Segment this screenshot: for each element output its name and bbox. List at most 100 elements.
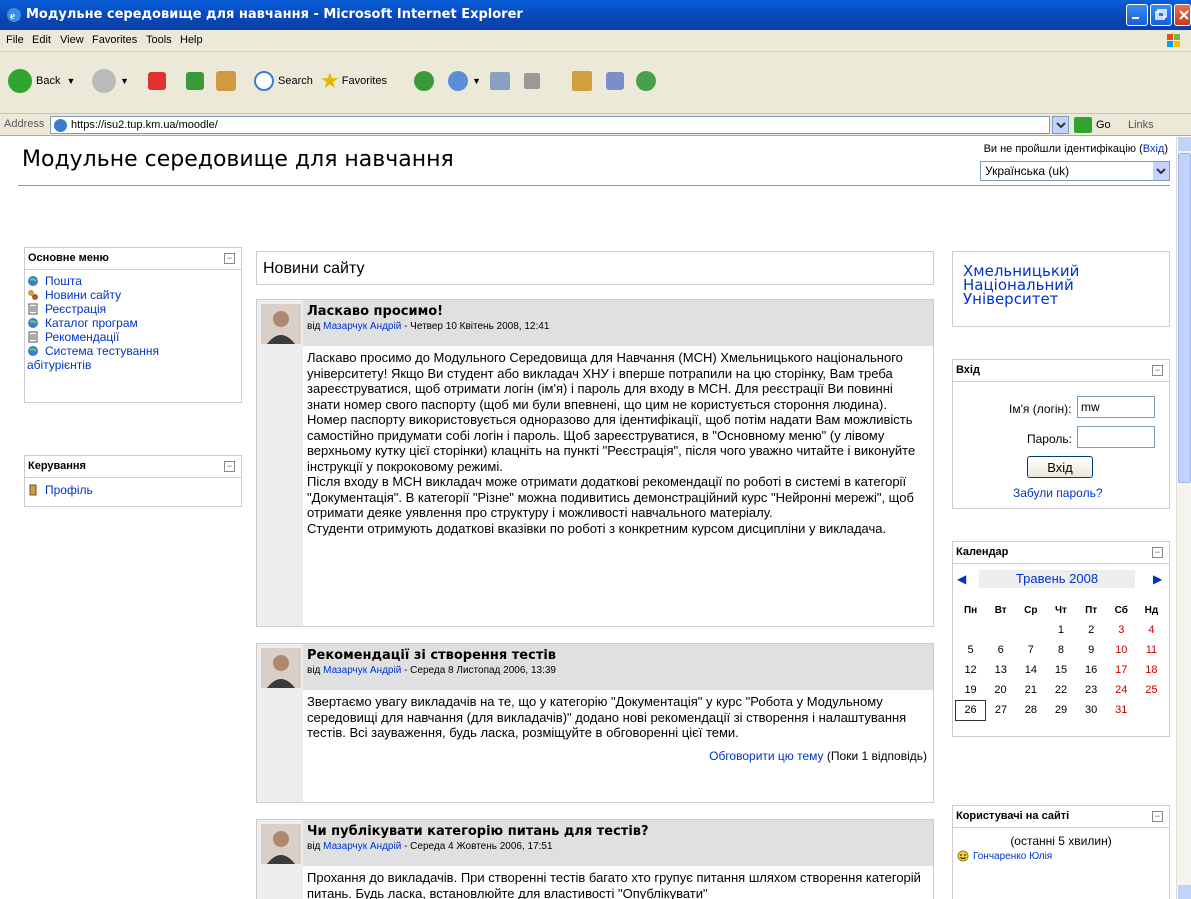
calendar-day: 30 bbox=[1085, 704, 1098, 716]
calendar-block: Календар − ◀ Травень 2008 ▶ Пн Вт Ср Чт … bbox=[952, 541, 1170, 737]
calendar-week: 1 2 3 4 bbox=[956, 620, 1167, 640]
menu-item-program-catalog[interactable]: Каталог програм bbox=[27, 316, 239, 330]
globe-icon bbox=[28, 276, 38, 286]
collapse-icon[interactable]: − bbox=[1152, 365, 1163, 376]
menu-view[interactable]: View bbox=[60, 34, 84, 46]
next-month-icon[interactable]: ▶ bbox=[1153, 572, 1162, 586]
calendar-month[interactable]: Травень 2008 bbox=[979, 570, 1135, 588]
ie-logo-icon: e bbox=[7, 8, 21, 22]
contacts-button[interactable] bbox=[636, 66, 660, 96]
menu-file[interactable]: File bbox=[6, 34, 24, 46]
calendar-today[interactable]: 26 bbox=[954, 699, 987, 721]
calendar-week: 19 20 21 22 23 24 25 bbox=[956, 680, 1167, 700]
address-label: Address bbox=[4, 118, 45, 130]
password-input[interactable] bbox=[1077, 426, 1155, 448]
university-logo[interactable]: Хмельницький Національний Університет bbox=[952, 251, 1170, 327]
menu-item-profile[interactable]: Профіль bbox=[27, 483, 239, 497]
edit-button[interactable] bbox=[524, 66, 544, 96]
menu-help[interactable]: Help bbox=[180, 34, 203, 46]
calendar-day: 9 bbox=[1088, 644, 1095, 656]
home-button[interactable] bbox=[216, 66, 240, 96]
go-button[interactable]: Go bbox=[1096, 119, 1111, 131]
post-body: Звертаємо увагу викладачів на те, що у к… bbox=[307, 694, 907, 740]
chevron-down-icon: ▼ bbox=[66, 76, 76, 86]
chevron-down-icon: ▼ bbox=[472, 76, 481, 86]
menu-tools[interactable]: Tools bbox=[146, 34, 172, 46]
collapse-icon[interactable]: − bbox=[1152, 811, 1163, 822]
author-photo bbox=[261, 304, 301, 344]
chevron-down-icon bbox=[1153, 162, 1169, 180]
collapse-icon[interactable]: − bbox=[224, 461, 235, 472]
online-user-item[interactable]: Гончаренко Юлія bbox=[953, 848, 1169, 864]
print-button[interactable] bbox=[490, 66, 514, 96]
address-dropdown[interactable] bbox=[1052, 116, 1069, 134]
forward-button[interactable]: ▼ bbox=[92, 66, 129, 96]
calendar-day: 7 bbox=[1027, 644, 1034, 656]
news-post: Ласкаво просимо! від Мазарчук Андрій - Ч… bbox=[256, 299, 934, 627]
search-button[interactable]: Search bbox=[254, 66, 313, 96]
post-body: Прохання до викладачів. При створенні те… bbox=[307, 870, 921, 899]
login-status: Ви не пройшли ідентифікацію (Вхід) bbox=[983, 143, 1168, 155]
stop-button[interactable] bbox=[148, 66, 170, 96]
calendar-day: 3 bbox=[1118, 624, 1125, 636]
menu-item-recommendations[interactable]: Рекомендації bbox=[27, 330, 239, 344]
close-button[interactable] bbox=[1174, 4, 1191, 26]
username-input[interactable]: mw bbox=[1077, 396, 1155, 418]
refresh-button[interactable] bbox=[186, 66, 208, 96]
calendar-day: 1 bbox=[1057, 624, 1065, 636]
messenger-button[interactable] bbox=[606, 66, 628, 96]
page-icon bbox=[54, 119, 67, 132]
collapse-icon[interactable]: − bbox=[224, 253, 235, 264]
vertical-scrollbar[interactable] bbox=[1176, 137, 1191, 899]
print-icon bbox=[490, 72, 510, 90]
chevron-down-icon bbox=[1056, 122, 1066, 129]
author-link[interactable]: Мазарчук Андрій bbox=[323, 841, 401, 852]
history-button[interactable] bbox=[414, 66, 438, 96]
author-link[interactable]: Мазарчук Андрій bbox=[323, 665, 401, 676]
discuss-link[interactable]: Обговорити цю тему bbox=[709, 749, 823, 763]
online-users-block: Користувачі на сайті − (останні 5 хвилин… bbox=[952, 805, 1170, 899]
login-block: Вхід − Ім'я (логін): mw Пароль: Вхід Заб… bbox=[952, 359, 1170, 509]
favorites-button[interactable]: ★ Favorites bbox=[320, 66, 387, 96]
calendar-day: 2 bbox=[1088, 624, 1095, 636]
author-link[interactable]: Мазарчук Андрій bbox=[323, 321, 401, 332]
login-button[interactable]: Вхід bbox=[1027, 456, 1093, 478]
menu-item-testing-system-cont[interactable]: абітурієнтів bbox=[27, 358, 239, 372]
links-button[interactable]: Links bbox=[1128, 119, 1154, 131]
mail-button[interactable]: ▼ bbox=[448, 66, 481, 96]
menu-favorites[interactable]: Favorites bbox=[92, 34, 137, 46]
scrollbar-thumb[interactable] bbox=[1178, 153, 1191, 483]
login-link[interactable]: Вхід bbox=[1143, 143, 1165, 155]
prev-month-icon[interactable]: ◀ bbox=[957, 572, 966, 586]
svg-text:e: e bbox=[10, 10, 15, 22]
scroll-up-icon[interactable] bbox=[1178, 137, 1191, 151]
research-button[interactable] bbox=[572, 66, 596, 96]
maximize-button[interactable] bbox=[1150, 4, 1172, 26]
back-button[interactable]: Back ▼ bbox=[8, 66, 75, 96]
calendar-day: 14 bbox=[1024, 664, 1037, 676]
menu-item-registration[interactable]: Реєстрація bbox=[27, 302, 239, 316]
avatar bbox=[261, 648, 301, 688]
forgot-password-link[interactable]: Забули пароль? bbox=[1013, 486, 1103, 500]
calendar-day: 15 bbox=[1054, 664, 1068, 676]
messenger-icon bbox=[606, 72, 624, 90]
post-title: Чи публікувати категорію питань для тест… bbox=[307, 824, 649, 839]
main-menu-list: Пошта Новини сайту Реєстрація Каталог пр… bbox=[25, 270, 241, 376]
minimize-icon bbox=[1132, 17, 1139, 19]
collapse-icon[interactable]: − bbox=[1152, 547, 1163, 558]
address-input[interactable]: https://isu2.tup.km.ua/moodle/ bbox=[50, 116, 1050, 134]
language-select[interactable]: Українська (uk) bbox=[980, 161, 1170, 181]
minimize-button[interactable] bbox=[1126, 4, 1148, 26]
menu-item-testing-system[interactable]: Система тестування bbox=[27, 344, 239, 358]
calendar-day: 18 bbox=[1145, 664, 1158, 676]
scroll-down-icon[interactable] bbox=[1178, 885, 1191, 899]
menu-item-site-news[interactable]: Новини сайту bbox=[27, 288, 239, 302]
admin-block: Керування − Профіль bbox=[24, 455, 242, 507]
menu-item-mail[interactable]: Пошта bbox=[27, 274, 239, 288]
calendar-day: 6 bbox=[997, 644, 1004, 656]
admin-header: Керування − bbox=[25, 456, 241, 478]
window-titlebar: e Модульне середовище для навчання - Mic… bbox=[0, 0, 1191, 30]
go-arrow-icon[interactable] bbox=[1074, 117, 1092, 133]
menu-edit[interactable]: Edit bbox=[32, 34, 51, 46]
post-footer: Обговорити цю тему (Поки 1 відповідь) bbox=[709, 748, 927, 763]
